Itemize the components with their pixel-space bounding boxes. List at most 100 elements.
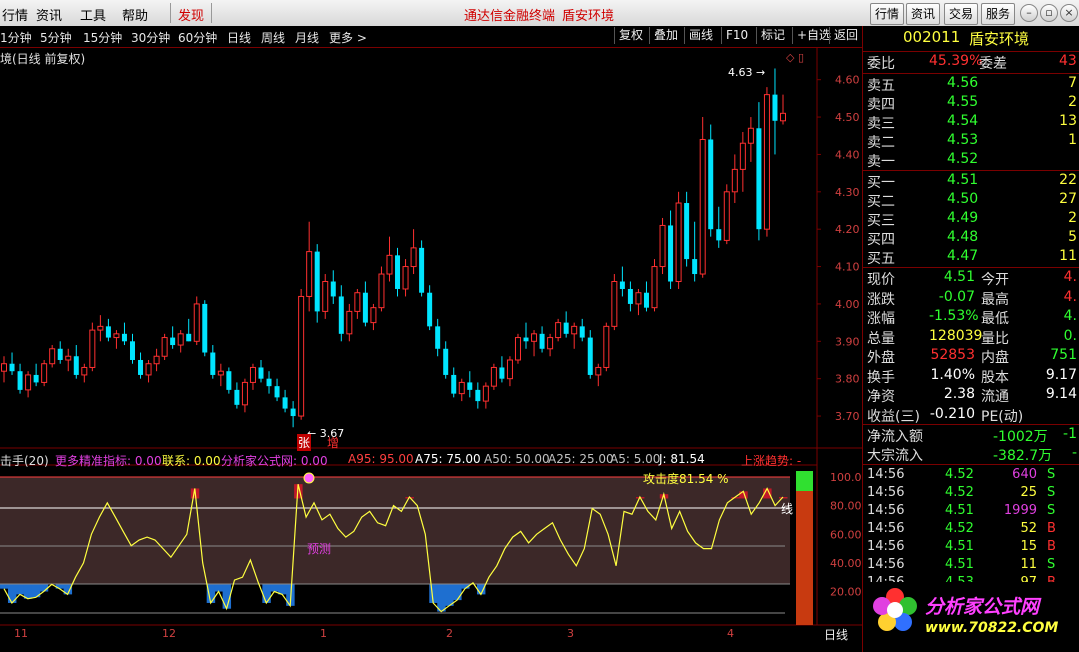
price-tick-label: 4.50 <box>835 111 860 124</box>
top-button-hangqing[interactable]: 行情 <box>870 3 905 25</box>
price-tick-label: 3.70 <box>835 410 860 423</box>
trade-volume: 11 <box>1020 557 1037 572</box>
ask-row[interactable]: 卖三 4.54 13 <box>867 113 1077 132</box>
candle-up <box>65 355 72 361</box>
bid-row[interactable]: 买五 4.47 11 <box>867 248 1077 267</box>
candle-down <box>563 322 569 334</box>
bid-row[interactable]: 买三 4.49 2 <box>867 210 1077 229</box>
biaoji-button[interactable]: 标记 <box>756 27 785 44</box>
trade-row: 14:56 4.51 11 S <box>867 557 1077 575</box>
kline-chart[interactable]: 4.60 4.50 4.40 4.30 4.20 4.10 4.00 3.90 3.80 3.70… <box>0 47 862 652</box>
menu-bar: 行情 资讯 工具 帮助 发现 通达信金融终端 盾安环境 行情 资讯 交易 服务 … <box>0 0 1079 27</box>
candle-down <box>451 374 457 394</box>
candle-up <box>651 266 658 309</box>
minimize-icon[interactable]: – <box>1020 4 1038 22</box>
candle-down <box>170 337 176 346</box>
indicator-value-label: 更多精准指标: 0.00 <box>55 454 162 468</box>
period-more[interactable]: 更多 > <box>329 29 367 46</box>
candle-up <box>322 281 329 312</box>
close-icon[interactable]: × <box>1060 4 1078 22</box>
candle-up <box>177 333 184 346</box>
add-watchlist-button[interactable]: +自选 <box>792 27 831 44</box>
period-weekly[interactable]: 周线 <box>261 29 285 46</box>
trade-price: 4.52 <box>945 485 974 500</box>
top-button-jiaoyi[interactable]: 交易 <box>944 3 979 25</box>
candle-up <box>97 325 104 331</box>
candle-up <box>386 254 393 275</box>
indicator-name[interactable]: 击手(20) <box>0 452 49 469</box>
candle-up <box>306 251 313 297</box>
menu-discover[interactable]: 发现 <box>178 5 204 24</box>
period-15min[interactable]: 15分钟 <box>83 29 122 46</box>
ask-row[interactable]: 卖二 4.53 1 <box>867 132 1077 151</box>
period-monthly[interactable]: 月线 <box>295 29 319 46</box>
period-1min[interactable]: 1分钟 <box>0 29 32 46</box>
candle-down <box>475 389 481 402</box>
chart-annotations: 4.63 → ← 3.67 <box>303 66 765 484</box>
ask-price: 4.53 <box>947 132 979 148</box>
stat-value: 9.17 <box>1045 366 1077 383</box>
candle-up <box>217 370 224 376</box>
candle-up <box>370 307 377 324</box>
candle-up <box>113 333 120 339</box>
divider <box>863 424 1079 425</box>
candle-up <box>675 202 682 283</box>
maximize-icon[interactable]: ▫ <box>1040 4 1058 22</box>
candle-up <box>81 366 88 376</box>
menu-zixun[interactable]: 资讯 <box>36 5 62 24</box>
stat-label: 总量 <box>867 330 895 347</box>
xaxis-tick: 12 <box>162 627 176 640</box>
menu-divider <box>170 3 171 23</box>
top-button-zixun[interactable]: 资讯 <box>906 3 941 25</box>
stat-value: 4. <box>1063 269 1077 285</box>
candle-down <box>643 292 649 308</box>
bid-row[interactable]: 买四 4.48 5 <box>867 229 1077 248</box>
candle-down <box>587 337 593 375</box>
ask-row[interactable]: 卖五 4.56 7 <box>867 75 1077 94</box>
candle-down <box>435 326 441 349</box>
ask-row[interactable]: 卖一 4.52 <box>867 151 1077 170</box>
huaxian-button[interactable]: 画线 <box>684 27 713 44</box>
fuquan-button[interactable]: 复权 <box>614 27 643 44</box>
stat-row: 现价 4.51 今开 4. <box>867 269 1077 288</box>
indicator-value-label: J: 81.54 <box>659 452 705 466</box>
zhang-tag: 张 <box>297 434 312 451</box>
stat-value: 4. <box>1063 308 1077 324</box>
candle-up <box>747 127 754 144</box>
signal-star-icon <box>303 472 315 484</box>
period-60min[interactable]: 60分钟 <box>178 29 217 46</box>
stat-row: 外盘 52853 内盘 751 <box>867 347 1077 366</box>
trade-side: B <box>1047 521 1056 536</box>
menu-hangqing[interactable]: 行情 <box>2 5 28 24</box>
xaxis-tick: 3 <box>567 627 574 640</box>
back-button[interactable]: 返回 <box>829 27 858 44</box>
trade-volume: 1999 <box>1003 503 1037 518</box>
candle-up <box>241 381 248 406</box>
bid-row[interactable]: 买二 4.50 27 <box>867 191 1077 210</box>
menu-bangzhu[interactable]: 帮助 <box>122 5 148 24</box>
period-5min[interactable]: 5分钟 <box>40 29 72 46</box>
candle-down <box>105 326 111 338</box>
menu-gongju[interactable]: 工具 <box>80 5 106 24</box>
ask-row[interactable]: 卖四 4.55 2 <box>867 94 1077 113</box>
stat-label: 流通 <box>981 389 1009 405</box>
ask-price: 4.54 <box>947 113 979 129</box>
diejia-button[interactable]: 叠加 <box>649 27 678 44</box>
candle-down <box>708 139 714 230</box>
flow-label: 净流入额 <box>867 429 923 445</box>
ask-price: 4.55 <box>947 94 979 110</box>
top-button-fuwu[interactable]: 服务 <box>981 3 1016 25</box>
candle-down <box>443 348 449 375</box>
period-tab-daily[interactable]: 日线 <box>824 626 848 643</box>
candle-down <box>290 408 296 417</box>
period-daily[interactable]: 日线 <box>227 29 251 46</box>
bid-row[interactable]: 买一 4.51 22 <box>867 172 1077 191</box>
trade-row: 14:56 4.51 1999 S <box>867 503 1077 521</box>
period-30min[interactable]: 30分钟 <box>131 29 170 46</box>
f10-button[interactable]: F10 <box>721 27 748 44</box>
trade-side: S <box>1047 557 1056 572</box>
stat-value: -1.53% <box>929 308 979 324</box>
bid-price: 4.50 <box>947 191 979 207</box>
line-label: 线 <box>781 502 794 516</box>
period-toolbar: 1分钟 5分钟 15分钟 30分钟 60分钟 日线 周线 月线 更多 > 复权 … <box>0 26 862 48</box>
